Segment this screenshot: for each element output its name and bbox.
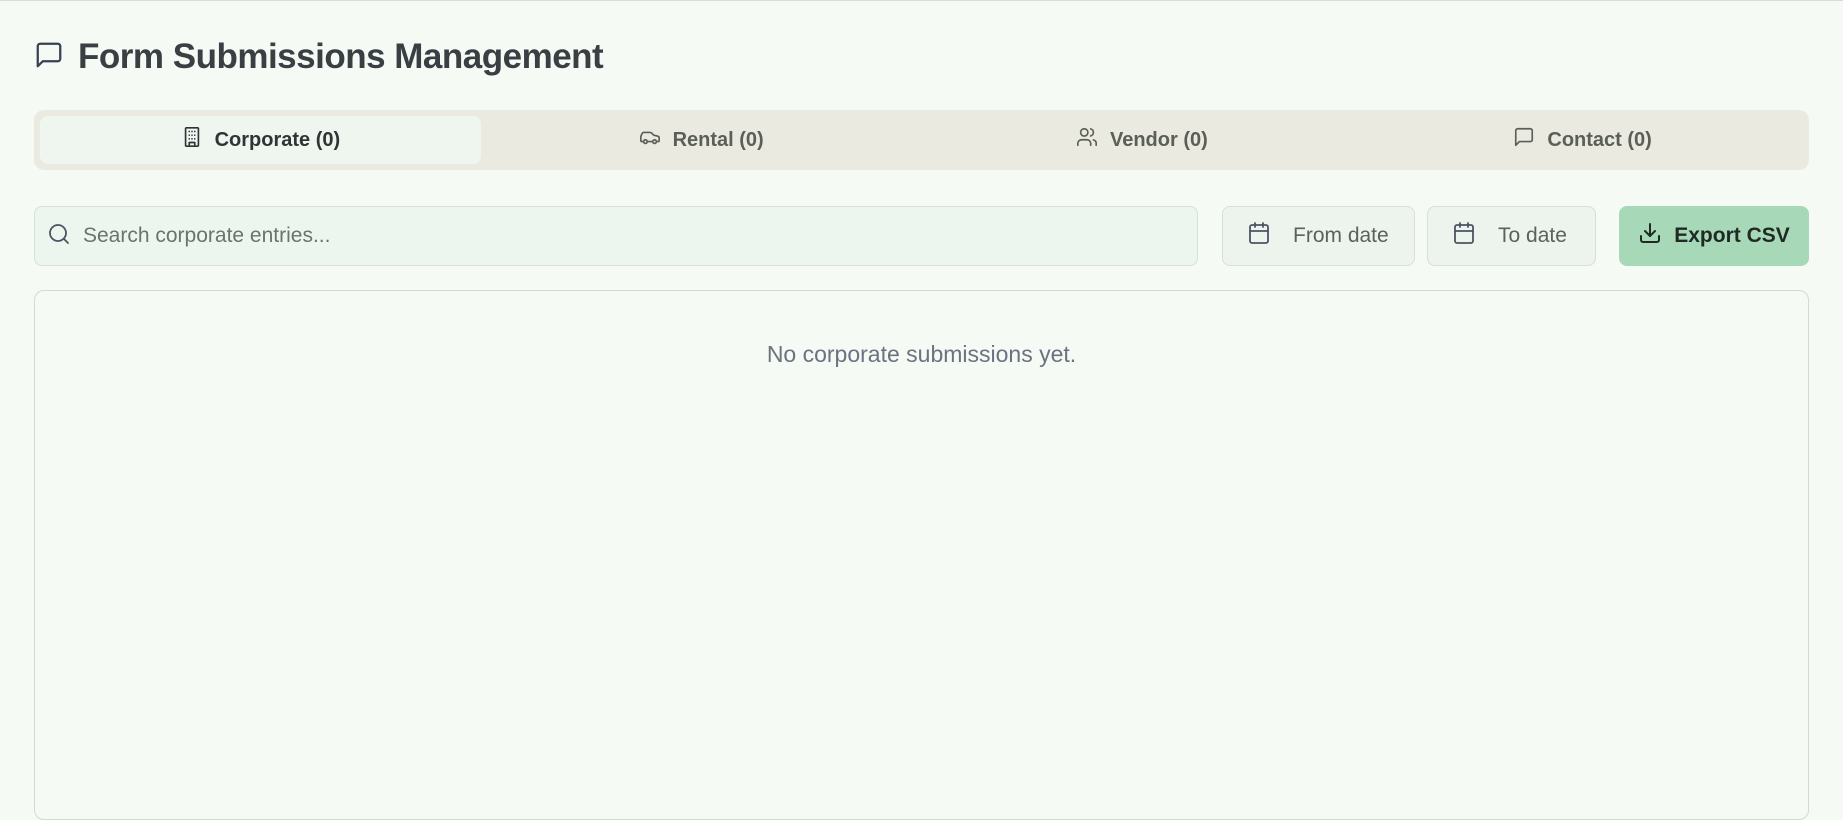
tab-vendor[interactable]: Vendor (0) bbox=[922, 116, 1363, 164]
tab-label: Contact (0) bbox=[1547, 128, 1652, 151]
page-title: Form Submissions Management bbox=[78, 37, 604, 76]
empty-state-message: No corporate submissions yet. bbox=[766, 341, 1077, 367]
download-icon bbox=[1638, 221, 1662, 251]
car-icon bbox=[639, 126, 661, 154]
from-date-label: From date bbox=[1293, 224, 1389, 247]
search-box bbox=[34, 206, 1198, 266]
tab-rental[interactable]: Rental (0) bbox=[481, 116, 922, 164]
tab-label: Rental (0) bbox=[672, 128, 764, 151]
tab-label: Vendor (0) bbox=[1109, 128, 1208, 151]
page: Form Submissions Management Corporate (0… bbox=[0, 0, 1843, 820]
tab-contact[interactable]: Contact (0) bbox=[1362, 116, 1803, 164]
search-icon bbox=[35, 222, 71, 251]
export-csv-label: Export CSV bbox=[1674, 224, 1790, 247]
message-square-icon bbox=[34, 40, 64, 75]
export-csv-button[interactable]: Export CSV bbox=[1619, 206, 1809, 266]
to-date-button[interactable]: To date bbox=[1427, 206, 1596, 266]
page-header: Form Submissions Management bbox=[34, 35, 604, 79]
calendar-icon bbox=[1247, 221, 1271, 251]
tab-label: Corporate (0) bbox=[214, 128, 341, 151]
from-date-button[interactable]: From date bbox=[1222, 206, 1415, 266]
submissions-panel: No corporate submissions yet. bbox=[34, 290, 1809, 820]
search-input[interactable] bbox=[71, 206, 1197, 266]
tab-corporate[interactable]: Corporate (0) bbox=[40, 116, 481, 164]
message-square-icon bbox=[1513, 126, 1535, 154]
building-icon bbox=[181, 126, 203, 154]
to-date-label: To date bbox=[1498, 224, 1567, 247]
toolbar: From date To date Export CSV bbox=[34, 206, 1809, 266]
users-icon bbox=[1076, 126, 1098, 154]
tab-bar: Corporate (0) Rental (0) Vendor (0) Cont… bbox=[34, 110, 1809, 170]
calendar-icon bbox=[1452, 221, 1476, 251]
